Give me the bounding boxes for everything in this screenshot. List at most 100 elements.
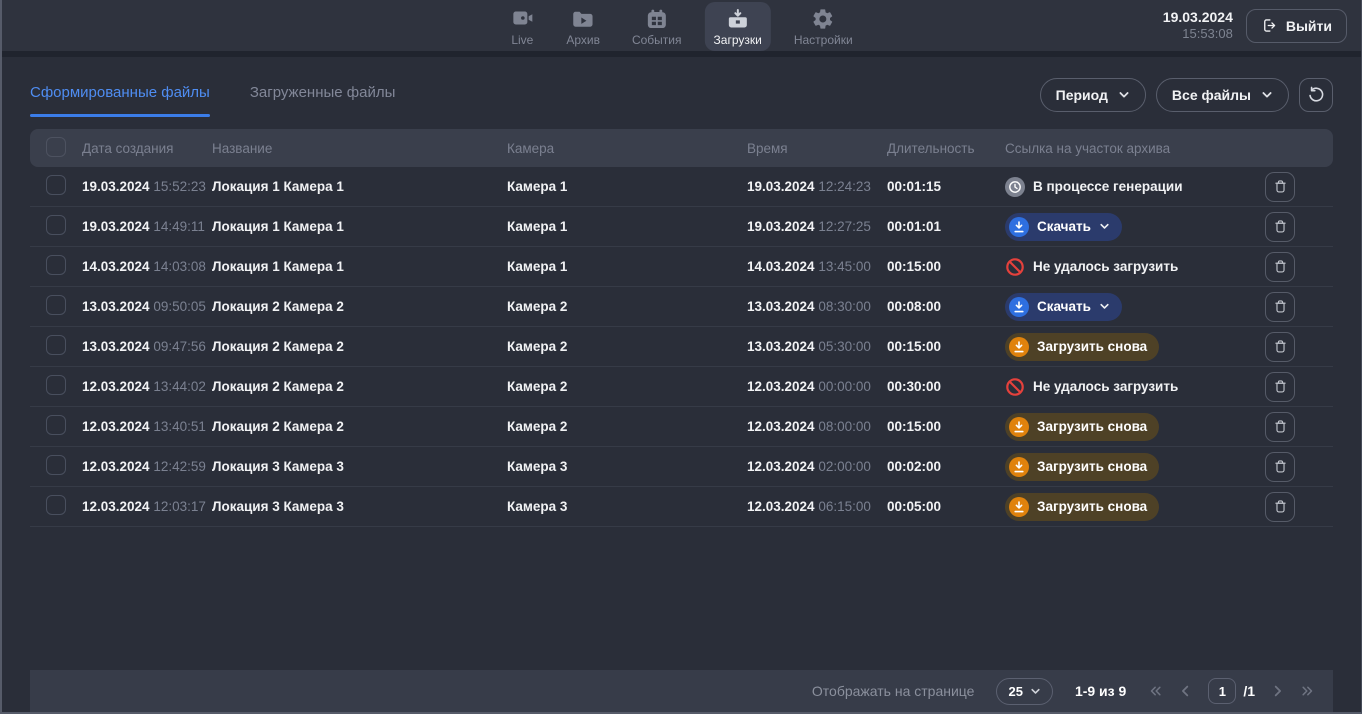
table-row: 12.03.2024 13:44:02 Локация 2 Камера 2 К…	[30, 367, 1333, 407]
current-page-box[interactable]: 1	[1208, 678, 1236, 704]
table-row: 12.03.2024 13:40:51 Локация 2 Камера 2 К…	[30, 407, 1333, 447]
pagination-first-button[interactable]	[1148, 684, 1163, 698]
camera-name: Камера 2	[507, 419, 747, 434]
nav-item-archive[interactable]: Архив	[557, 2, 609, 51]
nav-label: События	[632, 33, 682, 47]
chevron-down-icon	[1261, 89, 1273, 101]
period-filter-button[interactable]: Период	[1040, 78, 1146, 112]
page-indicator: 1 /1	[1208, 678, 1255, 704]
logout-button[interactable]: Выйти	[1246, 9, 1347, 43]
topbar: Live Архив События Загрузки Настройки 19…	[2, 0, 1361, 51]
row-checkbox[interactable]	[46, 375, 66, 395]
created-date: 13.03.2024	[82, 299, 150, 314]
created-cell: 13.03.2024 09:47:56	[82, 339, 212, 354]
created-time: 13:40:51	[153, 419, 206, 434]
pagination-next-button[interactable]	[1270, 684, 1285, 698]
refresh-icon	[1307, 86, 1325, 104]
nav-label: Настройки	[794, 33, 853, 47]
download-button[interactable]: Скачать	[1005, 213, 1122, 241]
created-date: 12.03.2024	[82, 419, 150, 434]
retry-download-button[interactable]: Загрузить снова	[1005, 453, 1159, 481]
status-cell: В процессе генерации	[1005, 177, 1255, 197]
duration: 00:02:00	[887, 459, 1005, 474]
tab-downloaded[interactable]: Загруженные файлы	[250, 84, 396, 117]
download-button[interactable]: Скачать	[1005, 293, 1122, 321]
row-checkbox[interactable]	[46, 295, 66, 315]
delete-row-button[interactable]	[1265, 492, 1295, 522]
start-time: 02:00:00	[818, 459, 871, 474]
delete-row-button[interactable]	[1265, 452, 1295, 482]
nav-item-events[interactable]: События	[623, 2, 691, 51]
created-cell: 12.03.2024 13:44:02	[82, 379, 212, 394]
row-checkbox[interactable]	[46, 335, 66, 355]
row-checkbox[interactable]	[46, 455, 66, 475]
delete-row-button[interactable]	[1265, 412, 1295, 442]
row-checkbox[interactable]	[46, 415, 66, 435]
created-date: 19.03.2024	[82, 179, 150, 194]
created-time: 14:03:08	[153, 259, 206, 274]
created-time: 15:52:23	[153, 179, 206, 194]
camera-name: Камера 1	[507, 219, 747, 234]
nav-item-live[interactable]: Live	[501, 2, 543, 51]
pagination-last-button[interactable]	[1300, 684, 1315, 698]
row-checkbox[interactable]	[46, 495, 66, 515]
trash-icon	[1273, 299, 1288, 314]
status-cell: Загрузить снова	[1005, 493, 1255, 521]
table-row: 12.03.2024 12:03:17 Локация 3 Камера 3 К…	[30, 487, 1333, 527]
start-date: 19.03.2024	[747, 219, 815, 234]
start-date: 19.03.2024	[747, 179, 815, 194]
duration: 00:01:01	[887, 219, 1005, 234]
total-pages-label: /1	[1243, 683, 1255, 699]
created-cell: 12.03.2024 12:42:59	[82, 459, 212, 474]
pagination-bar: Отображать на странице 25 1-9 из 9 1 /1	[30, 670, 1333, 712]
folder-play-icon	[571, 7, 595, 31]
gear-icon	[811, 7, 835, 31]
delete-row-button[interactable]	[1265, 372, 1295, 402]
created-cell: 14.03.2024 14:03:08	[82, 259, 212, 274]
start-date: 12.03.2024	[747, 499, 815, 514]
download-tray-icon	[726, 7, 750, 31]
chevron-down-icon	[1099, 301, 1110, 312]
table-body: 19.03.2024 15:52:23 Локация 1 Камера 1 К…	[30, 167, 1333, 527]
status-cell: Загрузить снова	[1005, 413, 1255, 441]
camera-name: Камера 1	[507, 259, 747, 274]
time-cell: 13.03.2024 05:30:00	[747, 339, 887, 354]
nav-item-downloads[interactable]: Загрузки	[705, 2, 771, 51]
refresh-button[interactable]	[1299, 78, 1333, 112]
retry-download-button[interactable]: Загрузить снова	[1005, 413, 1159, 441]
select-all-checkbox[interactable]	[46, 137, 66, 157]
files-filter-button[interactable]: Все файлы	[1156, 78, 1289, 112]
delete-row-button[interactable]	[1265, 252, 1295, 282]
delete-row-button[interactable]	[1265, 292, 1295, 322]
logout-label: Выйти	[1286, 18, 1332, 34]
per-page-select[interactable]: 25	[996, 678, 1052, 705]
row-checkbox[interactable]	[46, 255, 66, 275]
pagination-prev-button[interactable]	[1178, 684, 1193, 698]
nav-label: Загрузки	[714, 33, 762, 47]
delete-row-button[interactable]	[1265, 172, 1295, 202]
blocked-icon	[1005, 377, 1025, 397]
start-date: 12.03.2024	[747, 379, 815, 394]
range-label: 1-9 из 9	[1075, 683, 1126, 699]
delete-row-button[interactable]	[1265, 332, 1295, 362]
row-checkbox[interactable]	[46, 215, 66, 235]
tab-generated[interactable]: Сформированные файлы	[30, 84, 210, 117]
created-time: 09:47:56	[153, 339, 206, 354]
retry-download-button[interactable]: Загрузить снова	[1005, 493, 1159, 521]
delete-row-button[interactable]	[1265, 212, 1295, 242]
file-name: Локация 3 Камера 3	[212, 499, 507, 514]
start-date: 13.03.2024	[747, 339, 815, 354]
trash-icon	[1273, 459, 1288, 474]
column-header-name: Название	[212, 141, 507, 156]
column-header-duration: Длительность	[887, 141, 1005, 156]
filters: Период Все файлы	[1040, 78, 1333, 112]
duration: 00:05:00	[887, 499, 1005, 514]
camera-name: Камера 2	[507, 299, 747, 314]
retry-download-button[interactable]: Загрузить снова	[1005, 333, 1159, 361]
time-cell: 19.03.2024 12:24:23	[747, 179, 887, 194]
nav-item-settings[interactable]: Настройки	[785, 2, 862, 51]
table-row: 14.03.2024 14:03:08 Локация 1 Камера 1 К…	[30, 247, 1333, 287]
row-checkbox[interactable]	[46, 175, 66, 195]
trash-icon	[1273, 419, 1288, 434]
download-icon	[1009, 497, 1029, 517]
